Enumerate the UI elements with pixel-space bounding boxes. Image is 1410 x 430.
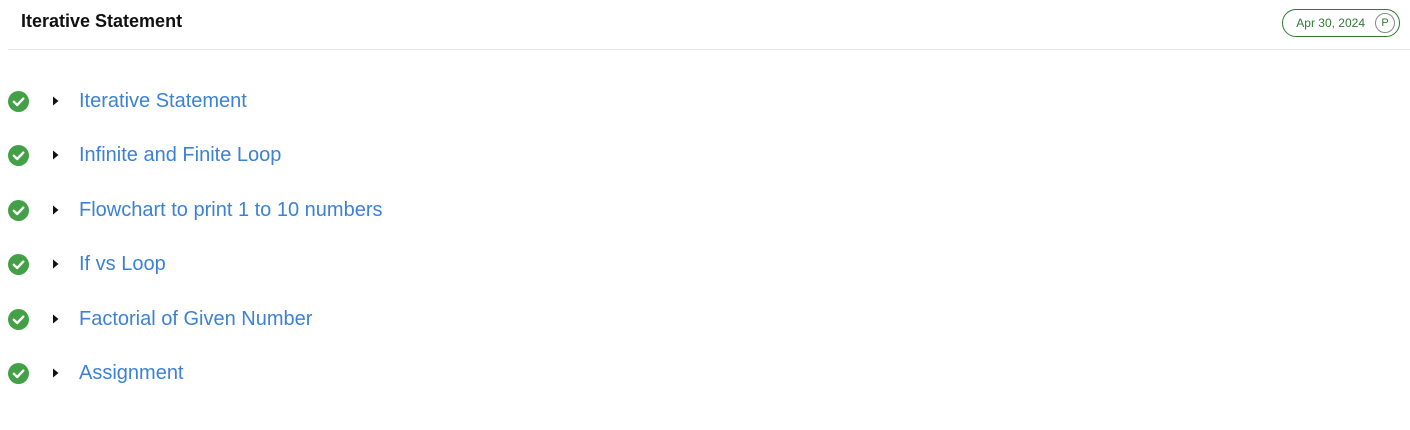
- check-circle-icon: [8, 254, 29, 276]
- topic-link[interactable]: Flowchart to print 1 to 10 numbers: [79, 198, 382, 222]
- topic-list: Iterative Statement Infinite and Finite …: [8, 74, 1008, 400]
- caret-right-icon[interactable]: [50, 204, 62, 216]
- check-circle-icon: [8, 362, 29, 384]
- topic-link[interactable]: If vs Loop: [79, 252, 166, 276]
- caret-right-icon[interactable]: [50, 313, 62, 325]
- check-circle-icon: [8, 308, 29, 330]
- caret-right-icon[interactable]: [50, 95, 62, 107]
- topic-link[interactable]: Iterative Statement: [79, 89, 247, 113]
- topic-item[interactable]: Factorial of Given Number: [8, 292, 1008, 346]
- section-title: Iterative Statement: [21, 11, 183, 31]
- caret-right-icon[interactable]: [50, 258, 62, 270]
- date-text: Apr 30, 2024: [1296, 16, 1365, 30]
- status-letter-badge: P: [1375, 13, 1395, 33]
- caret-right-icon[interactable]: [50, 367, 62, 379]
- topic-item[interactable]: Assignment: [8, 346, 1008, 400]
- check-circle-icon: [8, 199, 29, 221]
- date-badge: Apr 30, 2024 P: [1282, 9, 1400, 37]
- check-circle-icon: [8, 91, 29, 112]
- check-circle-icon: [8, 145, 29, 167]
- topic-link[interactable]: Factorial of Given Number: [79, 307, 312, 331]
- topic-item[interactable]: If vs Loop: [8, 237, 1008, 291]
- topic-item[interactable]: Infinite and Finite Loop: [8, 128, 1008, 182]
- topic-item[interactable]: Iterative Statement: [8, 74, 1008, 128]
- section-header: Iterative Statement Apr 30, 2024 P: [8, 0, 1410, 50]
- topic-link[interactable]: Assignment: [79, 361, 184, 385]
- topic-item[interactable]: Flowchart to print 1 to 10 numbers: [8, 183, 1008, 237]
- caret-right-icon[interactable]: [50, 149, 62, 161]
- topic-link[interactable]: Infinite and Finite Loop: [79, 143, 281, 167]
